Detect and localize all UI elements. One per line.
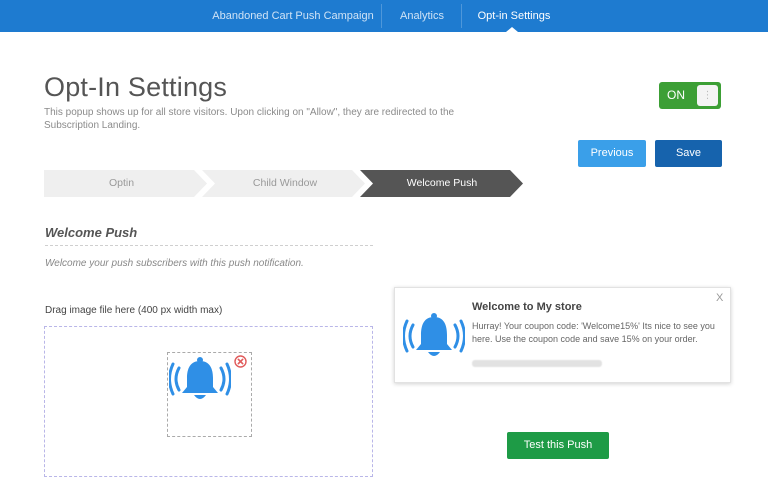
active-tab-caret [506,27,518,32]
upload-label: Drag image file here (400 px width max) [45,305,223,316]
save-button[interactable]: Save [655,140,722,167]
test-push-button[interactable]: Test this Push [507,432,609,459]
grip-icon: ⋮ [702,90,713,101]
top-nav: Abandoned Cart Push Campaign Analytics O… [0,0,768,32]
notification-title: Welcome to My store [472,301,582,313]
step-progress: Optin Child Window Welcome Push [44,170,524,197]
toggle-knob[interactable]: ⋮ [697,85,718,106]
notification-url-blurred [472,360,602,367]
section-divider [45,245,373,246]
section-title: Welcome Push [45,225,138,240]
close-icon[interactable]: X [716,292,723,304]
page-description: This popup shows up for all store visito… [44,107,455,131]
step-optin[interactable]: Optin [44,170,199,197]
step-child-window[interactable]: Child Window [210,170,360,197]
tab-analytics[interactable]: Analytics [382,0,462,32]
enable-toggle[interactable]: ON ⋮ [659,82,721,109]
section-subtitle: Welcome your push subscribers with this … [45,258,304,269]
notification-body: Hurray! Your coupon code: 'Welcome15%' I… [472,321,715,344]
bell-icon [403,313,465,356]
step-welcome-push[interactable]: Welcome Push [366,170,518,197]
toggle-label: ON [667,88,685,102]
notification-preview: Welcome to My store Hurray! Your coupon … [394,287,731,383]
page-title: Opt-In Settings [44,72,228,102]
previous-button[interactable]: Previous [578,140,646,167]
tab-abandoned-cart[interactable]: Abandoned Cart Push Campaign [206,0,380,32]
remove-image-icon[interactable] [234,355,247,368]
bell-icon [169,357,231,399]
